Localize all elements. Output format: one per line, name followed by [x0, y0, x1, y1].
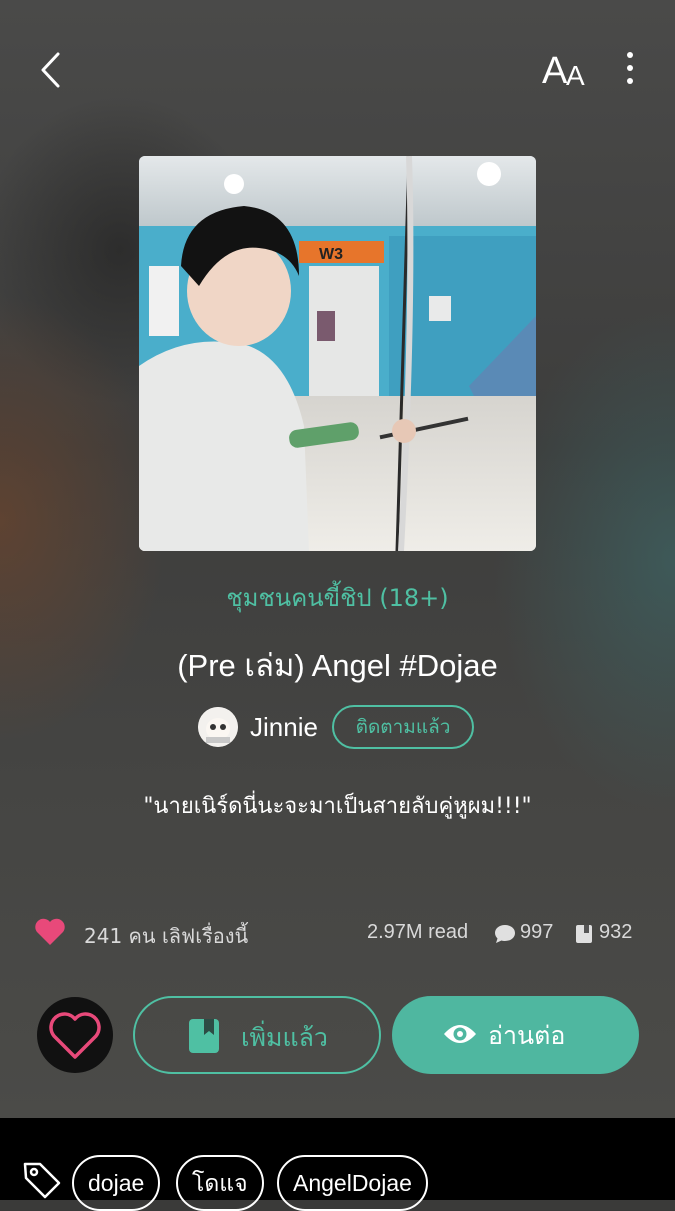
story-title: (Pre เล่ม) Angel #Dojae	[177, 648, 498, 683]
read-label: อ่านต่อ	[488, 1021, 566, 1050]
read-count: 2.97M read	[367, 921, 469, 943]
added-label: เพิ่มแล้ว	[241, 1023, 328, 1052]
more-options-button[interactable]	[616, 52, 644, 92]
comment-count: 997	[520, 921, 554, 943]
avatar-image	[198, 707, 238, 747]
tag-chip[interactable]: dojae	[72, 1155, 161, 1211]
svg-text:W3: W3	[319, 246, 343, 263]
eye-icon	[444, 1025, 476, 1043]
heart-outline-icon	[49, 1012, 101, 1059]
continue-reading-button[interactable]: อ่านต่อ	[392, 996, 639, 1074]
font-size-button[interactable]: A A	[540, 50, 592, 92]
author-row: Jinnie ติดตามแล้ว	[0, 704, 675, 752]
top-bar: A A	[0, 0, 675, 140]
community-name[interactable]: ชุมชนคนขี้ชิป (18+)	[0, 578, 675, 617]
follow-button[interactable]: ติดตามแล้ว	[332, 705, 474, 749]
cover-illustration: W3	[139, 156, 536, 551]
vertical-dots-icon	[627, 52, 633, 58]
bookmark-count: 932	[599, 921, 633, 943]
font-size-big-glyph: A	[542, 50, 568, 92]
stats-row: 241 คน เลิฟเรื่องนี้ 2.97M read 997 932	[0, 912, 675, 952]
tag-icon	[23, 1162, 61, 1199]
back-button[interactable]	[32, 48, 72, 92]
chevron-left-icon	[41, 52, 60, 88]
author-name[interactable]: Jinnie	[250, 712, 318, 743]
comment-icon	[495, 925, 515, 943]
library-book-icon	[189, 1019, 219, 1053]
add-to-library-button[interactable]: เพิ่มแล้ว	[133, 996, 381, 1074]
heart-icon	[35, 918, 65, 945]
book-icon	[576, 925, 592, 943]
story-tagline: "นายเนิร์ดนี่นะจะมาเป็นสายลับคู่หูผม!!!"	[143, 794, 532, 819]
font-size-small-glyph: A	[566, 60, 585, 91]
story-cover-image: W3	[139, 156, 536, 551]
avatar[interactable]	[198, 707, 238, 747]
love-count-text: 241 คน เลิฟเรื่องนี้	[84, 924, 249, 948]
tag-chip[interactable]: โดแจ	[176, 1155, 264, 1211]
like-button[interactable]	[37, 997, 113, 1073]
tag-chip[interactable]: AngelDojae	[277, 1155, 428, 1211]
